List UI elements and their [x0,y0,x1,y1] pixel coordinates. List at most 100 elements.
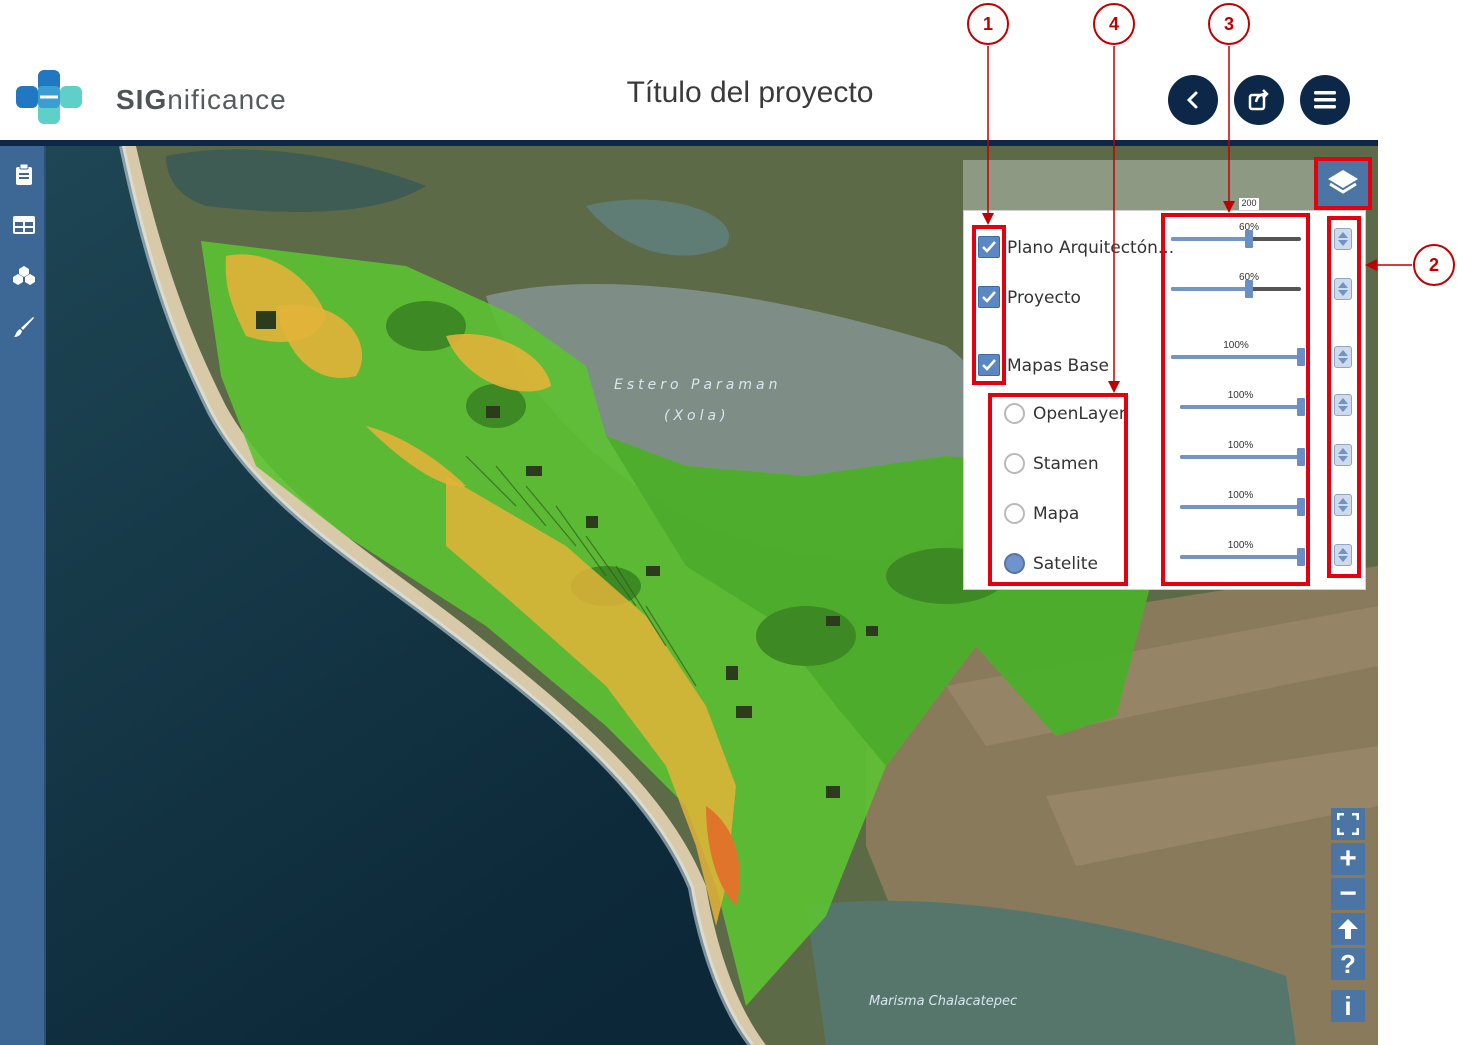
brand-name: SIGnificance [116,84,287,115]
road-shield: 200 [1239,198,1259,210]
basemap-label-satelite: Satelite [1033,554,1098,574]
sidebar-item-layers3d[interactable] [11,262,37,288]
basemap-radio-mapa[interactable] [1004,503,1025,524]
sidebar-item-clipboard[interactable] [11,162,37,188]
menu-button[interactable] [1300,75,1350,125]
opacity-slider-plano[interactable]: 60% [1171,222,1301,252]
reorder-button-satelite[interactable] [1334,544,1352,566]
slider-fill [1180,455,1301,459]
arrow-down-icon [1338,456,1348,462]
slider-handle[interactable] [1297,498,1305,516]
opacity-slider-proyecto[interactable]: 60% [1171,272,1301,302]
basemap-label-stamen: Stamen [1033,454,1099,474]
app-root: SIGnificance Título del proyecto Estero … [0,0,1457,1045]
slider-fill [1171,287,1249,291]
sidebar-item-table[interactable] [11,212,37,238]
slider-fill [1180,505,1301,509]
opacity-slider-openlayer[interactable]: 100% [1180,390,1305,420]
opacity-value: 60% [1238,222,1259,233]
layer-checkbox-plano[interactable] [978,236,1000,258]
opacity-slider-mapa[interactable]: 100% [1180,490,1305,520]
reorder-button-mapas-base[interactable] [1334,346,1352,368]
arrow-down-icon [1338,406,1348,412]
zoom-in-button[interactable]: + [1331,842,1365,875]
basemap-radio-openlayer[interactable] [1004,403,1025,424]
basemap-label-mapa: Mapa [1033,504,1080,524]
map-label-lagoon-sub: (Xola) [664,408,730,424]
basemap-radio-stamen[interactable] [1004,453,1025,474]
layer-checkbox-proyecto[interactable] [978,286,1000,308]
reorder-button-mapa[interactable] [1334,494,1352,516]
basemap-radio-satelite[interactable] [1004,553,1025,574]
brush-icon [14,317,34,337]
arrow-up-icon [1338,232,1348,238]
slider-fill [1180,405,1301,409]
arrow-up-icon [1338,282,1348,288]
basemap-label-openlayer: OpenLayer [1033,404,1126,424]
opacity-value: 100% [1227,440,1254,451]
check-icon [982,291,996,303]
opacity-slider-satelite[interactable]: 100% [1180,540,1305,570]
annotation-marker-2: 2 [1413,244,1455,286]
opacity-value: 100% [1223,340,1249,351]
arrow-up-icon [1338,350,1348,356]
arrow-up-icon [1338,398,1348,404]
arrow-up-icon [1338,498,1348,504]
menu-icon [1314,91,1336,109]
layer-label-plano: Plano Arquitectón... [1007,238,1175,258]
table-icon [13,216,35,234]
arrow-up-icon [1338,448,1348,454]
arrow-down-icon [1338,506,1348,512]
reorder-button-openlayer[interactable] [1334,394,1352,416]
arrow-down-icon [1338,290,1348,296]
opacity-value: 60% [1238,272,1259,283]
layers-icon [1328,169,1358,194]
layer-checkbox-mapas-base[interactable] [978,354,1000,376]
cubes-icon [13,266,35,285]
map-label-marsh: Marisma Chalacatepec [869,994,1018,1009]
arrow-down-icon [1338,240,1348,246]
arrow-down-icon [1338,556,1348,562]
back-button[interactable] [1168,75,1218,125]
reset-north-button[interactable] [1331,913,1365,945]
slider-handle[interactable] [1297,398,1305,416]
layers-panel [963,210,1366,590]
reorder-button-stamen[interactable] [1334,444,1352,466]
clipboard-icon [16,164,32,185]
share-icon [1248,89,1269,111]
opacity-value: 100% [1227,540,1254,551]
reorder-button-plano[interactable] [1334,228,1352,250]
annotation-marker-3: 3 [1208,3,1250,45]
fullscreen-icon [1337,813,1359,835]
logo-icon [16,70,82,124]
left-toolbar [0,146,46,1045]
opacity-value: 100% [1227,490,1254,501]
map-label-lagoon: Estero Paraman [614,377,782,393]
annotation-marker-1: 1 [967,3,1009,45]
share-button[interactable] [1234,75,1284,125]
slider-handle[interactable] [1297,348,1305,366]
slider-fill [1171,355,1301,359]
opacity-slider-stamen[interactable]: 100% [1180,440,1305,470]
check-icon [982,241,996,253]
layer-label-mapas-base: Mapas Base [1007,356,1109,376]
check-icon [982,359,996,371]
zoom-out-button[interactable]: − [1331,877,1365,910]
opacity-slider-mapas-base[interactable]: 100% [1171,340,1305,370]
slider-handle[interactable] [1297,548,1305,566]
help-button[interactable]: ? [1331,948,1365,980]
reorder-button-proyecto[interactable] [1334,278,1352,300]
info-button[interactable]: i [1331,990,1365,1022]
layer-label-proyecto: Proyecto [1007,288,1081,308]
north-arrow-icon [1338,919,1358,939]
layers-toggle-button[interactable] [1314,157,1372,210]
project-title: Título del proyecto [626,76,874,109]
arrow-up-icon [1338,548,1348,554]
sidebar-item-style[interactable] [11,314,37,340]
back-icon [1186,91,1198,109]
slider-handle[interactable] [1297,448,1305,466]
opacity-value: 100% [1227,390,1254,401]
annotation-marker-4: 4 [1093,3,1135,45]
fullscreen-button[interactable] [1331,808,1365,840]
slider-fill [1171,237,1249,241]
